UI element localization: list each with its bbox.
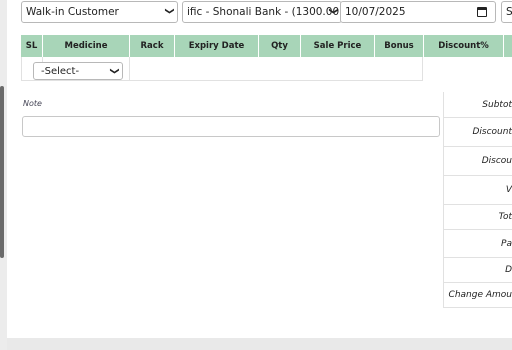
left-gutter <box>0 0 7 350</box>
calendar-icon[interactable] <box>477 7 487 17</box>
date-value: 10/07/2025 <box>345 6 406 18</box>
chevron-down-icon: ❯ <box>164 7 175 15</box>
summary-subtotal: Subtot <box>444 92 512 118</box>
pos-sale-page: Walk-in Customer ❯ ific - Shonali Bank -… <box>0 0 512 350</box>
header-expiry-date: Expiry Date <box>175 35 259 57</box>
summary-panel: Subtot Discount Discou V Tot Pa D Change… <box>443 92 512 308</box>
summary-due: D <box>444 258 512 283</box>
cell-rest <box>130 57 423 81</box>
chevron-down-icon: ❯ <box>328 7 339 15</box>
customer-select[interactable]: Walk-in Customer ❯ <box>21 1 178 23</box>
customer-select-value: Walk-in Customer <box>26 6 119 18</box>
header-bonus: Bonus <box>375 35 424 57</box>
summary-change-amount: Change Amou <box>444 283 512 308</box>
note-input[interactable] <box>22 116 440 137</box>
medicine-select[interactable]: -Select- ❯ <box>33 62 123 80</box>
header-sl: SL <box>21 35 43 57</box>
search-field[interactable]: S <box>501 1 512 23</box>
sale-form-panel: Walk-in Customer ❯ ific - Shonali Bank -… <box>7 0 512 338</box>
summary-vat: V <box>444 176 512 205</box>
header-qty: Qty <box>259 35 301 57</box>
header-overflow <box>504 35 512 57</box>
header-medicine: Medicine <box>43 35 130 57</box>
table-header: SL Medicine Rack Expiry Date Qty Sale Pr… <box>21 35 512 57</box>
header-sale-price: Sale Price <box>301 35 375 57</box>
header-rack: Rack <box>130 35 175 57</box>
summary-discount-amount: Discou <box>444 147 512 176</box>
summary-total: Tot <box>444 205 512 230</box>
search-partial-text: S <box>506 6 512 18</box>
payment-account-value: ific - Shonali Bank - (1300.00) <box>187 6 342 18</box>
summary-paid: Pa <box>444 230 512 258</box>
medicine-select-value: -Select- <box>41 65 80 77</box>
date-input[interactable]: 10/07/2025 <box>340 1 496 23</box>
scrollbar-thumb[interactable] <box>0 86 4 258</box>
chevron-down-icon: ❯ <box>109 67 120 75</box>
note-label: Note <box>23 99 42 108</box>
header-discount-percent: Discount% <box>424 35 504 57</box>
summary-discount: Discount <box>444 118 512 147</box>
payment-account-select[interactable]: ific - Shonali Bank - (1300.00) ❯ <box>182 1 342 23</box>
